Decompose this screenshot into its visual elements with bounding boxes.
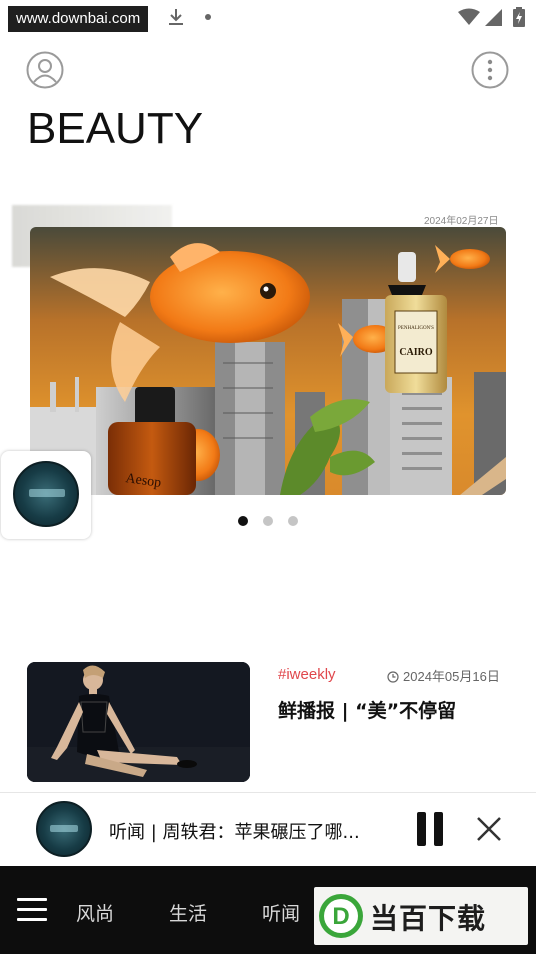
- article-thumbnail: [27, 662, 250, 782]
- download-icon: [169, 9, 183, 25]
- svg-text:D: D: [332, 903, 349, 930]
- battery-icon: [513, 7, 525, 27]
- pause-icon: [417, 812, 426, 846]
- page-title: BEAUTY: [27, 104, 204, 153]
- clock-icon: [387, 671, 399, 683]
- notification-dot-icon: [205, 14, 211, 20]
- bottle-brand-label: PENHALIGON'S: [398, 326, 434, 331]
- player-cover-disc[interactable]: [36, 801, 92, 857]
- signal-icon: [485, 9, 502, 26]
- hero-date: 2024年02月27日: [424, 216, 499, 227]
- more-vertical-icon[interactable]: [471, 51, 509, 89]
- status-bar: www.downbai.com: [0, 0, 536, 34]
- player-track-title[interactable]: 听闻 | 周轶君：苹果碾压了哪...: [109, 818, 360, 844]
- audio-player-bar: 听闻 | 周轶君：苹果碾压了哪...: [0, 792, 536, 864]
- menu-icon[interactable]: [17, 898, 47, 922]
- article-date: 2024年05月16日: [387, 666, 500, 685]
- hero-image: Aesop PENHALIGON'S CAIRO: [30, 227, 506, 495]
- nav-item-listen[interactable]: 听闻: [262, 899, 300, 926]
- brand-text: 当百下载: [370, 902, 487, 935]
- app-screen: www.downbai.com BEAUTY 2024年02月27日 Aesop…: [0, 0, 536, 954]
- article-date-text: 2024年05月16日: [403, 669, 500, 684]
- close-icon[interactable]: [474, 814, 504, 844]
- bottle-name-label: CAIRO: [399, 347, 433, 358]
- hero-banner[interactable]: Aesop PENHALIGON'S CAIRO: [30, 227, 506, 495]
- brand-watermark-badge: D 当百下载: [314, 887, 528, 945]
- watermark-text: www.downbai.com: [8, 6, 149, 32]
- nav-item-life[interactable]: 生活: [169, 899, 207, 926]
- wifi-icon: [458, 8, 480, 25]
- carousel-dot-3[interactable]: [288, 516, 298, 526]
- nav-item-fashion[interactable]: 风尚: [76, 899, 114, 926]
- article-card[interactable]: #iweekly 2024年05月16日 鲜播报 | “美”不停留: [27, 662, 517, 784]
- carousel-dot-2[interactable]: [263, 516, 273, 526]
- article-title[interactable]: 鲜播报 | “美”不停留: [278, 696, 456, 723]
- mini-player-thumbnail[interactable]: [1, 451, 91, 539]
- user-avatar-icon[interactable]: [26, 51, 64, 89]
- podcast-cover-disc: [13, 461, 79, 527]
- brand-logo-icon: D: [319, 894, 363, 938]
- article-tag[interactable]: #iweekly: [278, 666, 336, 683]
- carousel-dot-1[interactable]: [238, 516, 248, 526]
- pause-button[interactable]: [417, 812, 445, 846]
